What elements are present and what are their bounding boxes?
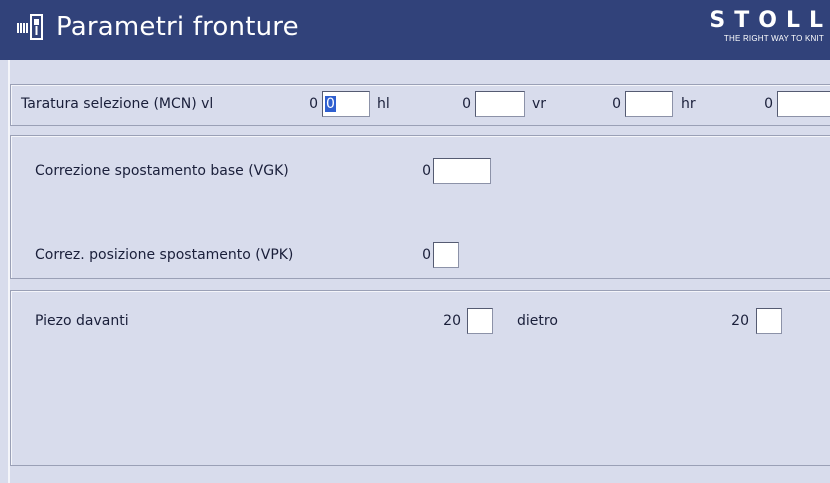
hl-value: 0	[462, 96, 471, 112]
piezo-dietro-value: 20	[731, 313, 749, 329]
vr-input[interactable]	[625, 91, 673, 117]
piezo-panel: Piezo davanti 20 dietro 20	[10, 290, 830, 466]
hl-input[interactable]	[475, 91, 525, 117]
title-bar: Parametri fronture STOLL THE RIGHT WAY T…	[0, 0, 830, 60]
piezo-davanti-label: Piezo davanti	[35, 313, 129, 329]
vr-value: 0	[612, 96, 621, 112]
hl-label: hl	[377, 96, 390, 112]
page-title: Parametri fronture	[56, 12, 299, 42]
piezo-dietro-input[interactable]	[756, 308, 782, 334]
piezo-davanti-input[interactable]	[467, 308, 493, 334]
vgk-label: Correzione spostamento base (VGK)	[35, 163, 289, 179]
vgk-value: 0	[422, 163, 431, 179]
machine-icon	[16, 14, 44, 40]
vpk-label: Correz. posizione spostamento (VPK)	[35, 247, 294, 263]
piezo-davanti-value: 20	[443, 313, 461, 329]
correzione-panel: Correzione spostamento base (VGK) 0 Corr…	[10, 135, 830, 279]
hr-value: 0	[764, 96, 773, 112]
vl-value: 0	[309, 96, 318, 112]
vpk-input[interactable]	[433, 242, 459, 268]
hr-label: hr	[681, 96, 696, 112]
vgk-input[interactable]	[433, 158, 491, 184]
vr-label: vr	[532, 96, 547, 112]
brand-tagline: THE RIGHT WAY TO KNIT	[723, 34, 824, 43]
taratura-label: Taratura selezione (MCN) vl	[21, 96, 214, 112]
taratura-panel: Taratura selezione (MCN) vl 0 0 hl 0 vr …	[10, 84, 830, 126]
piezo-dietro-label: dietro	[517, 313, 558, 329]
brand-logo: STOLL THE RIGHT WAY TO KNIT	[709, 8, 824, 44]
brand-name: STOLL	[709, 8, 830, 33]
vpk-value: 0	[422, 247, 431, 263]
vl-input-text: 0	[325, 96, 336, 112]
hr-input[interactable]	[777, 91, 830, 117]
vl-input[interactable]: 0	[322, 91, 370, 117]
